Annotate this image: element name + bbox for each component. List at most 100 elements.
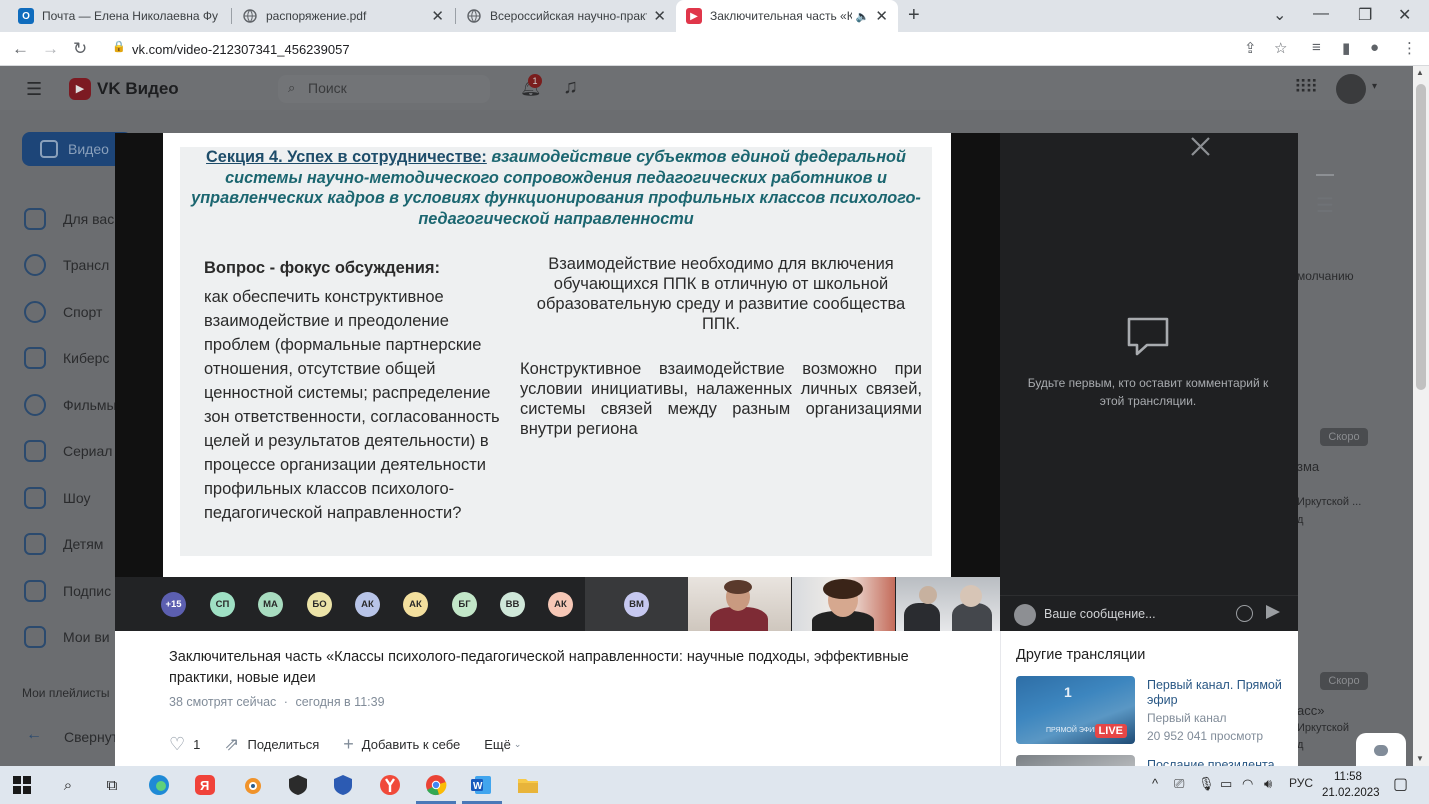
participant-avatar[interactable]: АК (355, 592, 380, 617)
sidebar-item-shows[interactable]: Шоу (24, 486, 90, 510)
clock-time[interactable]: 11:58 (1334, 771, 1362, 783)
tab-conference[interactable]: Всероссийская научно-практич ✕ (456, 0, 676, 32)
chevron-down-icon[interactable]: ▾ (1372, 81, 1377, 92)
speaker-icon[interactable]: 🔈 (856, 10, 870, 23)
broadcast-thumbnail[interactable] (1016, 755, 1135, 766)
shield-app-icon[interactable] (285, 772, 311, 798)
word-icon[interactable]: W (468, 772, 494, 798)
sidebar-item-for-you[interactable]: Для вас (24, 207, 114, 231)
forward-arrow-icon[interactable]: → (42, 39, 59, 59)
blender-icon[interactable] (239, 772, 265, 798)
maximize-button[interactable]: ❐ (1358, 5, 1372, 25)
participant-avatar[interactable]: ВВ (500, 592, 525, 617)
media-controls-icon[interactable]: ≡ (1312, 39, 1321, 56)
language-indicator[interactable]: РУС (1289, 776, 1313, 790)
tray-app-icon[interactable]: ⎚ (1174, 776, 1184, 792)
chrome-icon[interactable] (423, 772, 449, 798)
collapse-arrow-icon[interactable]: ← (26, 726, 42, 744)
participant-avatar[interactable]: АК (403, 592, 428, 617)
volume-icon[interactable]: 🔊︎ (1264, 776, 1272, 792)
share-page-icon[interactable]: ⇪ (1244, 39, 1257, 57)
sidebar-item-series[interactable]: Сериал (24, 439, 112, 463)
list-icon[interactable]: ☰ (1316, 193, 1334, 218)
sidebar-item-esports[interactable]: Киберс (24, 346, 109, 370)
sidebar-item-movies[interactable]: Фильмы (24, 393, 117, 417)
sidebar-item-my-videos[interactable]: Мои ви (24, 625, 110, 649)
emoji-icon[interactable] (1236, 605, 1253, 622)
ghost-title[interactable]: зма (1297, 459, 1319, 474)
microphone-icon[interactable]: 🎙︎ (1198, 776, 1215, 792)
search-icon[interactable]: ⌕ (55, 772, 81, 798)
scroll-down-arrow-icon[interactable]: ▼ (1416, 754, 1424, 763)
drag-handle-icon[interactable] (1316, 174, 1334, 176)
broadcast-title-link[interactable]: Послание президента (1147, 758, 1275, 766)
sidebar-item-kids[interactable]: Детям (24, 532, 103, 556)
participant-more-avatar[interactable]: +15 (161, 592, 186, 617)
clock-date[interactable]: 21.02.2023 (1322, 787, 1380, 799)
sidebar-item-broadcasts[interactable]: Трансл (24, 253, 109, 277)
participant-camera-3[interactable] (896, 577, 1000, 631)
chat-floating-button[interactable] (1356, 733, 1406, 767)
minimize-button[interactable]: — (1313, 5, 1329, 23)
apps-grid-icon[interactable]: ⠿⠿ (1294, 77, 1318, 98)
vk-logo-text[interactable]: VK Видео (97, 79, 179, 99)
broadcast-title-link[interactable]: Первый канал. Прямой эфир (1147, 678, 1287, 708)
close-player-icon[interactable] (1190, 134, 1212, 175)
tab-search-chevron-icon[interactable]: ⌄ (1273, 5, 1286, 25)
more-button[interactable]: Ещё ⌄ (484, 737, 521, 752)
participant-camera-1[interactable] (688, 577, 791, 631)
share-button[interactable]: ⇗ Поделиться (224, 734, 319, 755)
participant-avatar[interactable]: АК (548, 592, 573, 617)
show-hidden-icons-chevron-icon[interactable]: ^ (1152, 776, 1158, 791)
task-view-icon[interactable]: ⧉ (99, 772, 125, 798)
tab-pdf[interactable]: распоряжение.pdf ✕ (232, 0, 454, 32)
close-window-button[interactable]: ✕ (1398, 5, 1411, 25)
bookmark-star-icon[interactable]: ☆ (1274, 39, 1287, 57)
participant-avatar[interactable]: СП (210, 592, 235, 617)
wifi-icon[interactable]: ◠ (1242, 776, 1253, 792)
yandex-browser-icon[interactable] (377, 772, 403, 798)
vk-search-box[interactable]: ⌕ (278, 75, 490, 103)
participant-avatar[interactable]: МА (258, 592, 283, 617)
user-avatar[interactable] (1336, 74, 1366, 104)
search-input[interactable] (308, 80, 478, 96)
ghost-title[interactable]: асс» (1297, 703, 1324, 718)
url-text[interactable]: vk.com/video-212307341_456239057 (132, 42, 350, 57)
music-note-icon[interactable]: ♫ (563, 76, 578, 99)
participant-avatar[interactable]: ВМ (624, 592, 649, 617)
sort-label[interactable]: молчанию (1297, 269, 1354, 283)
notifications-icon[interactable]: ▢ (1393, 774, 1408, 794)
close-tab-icon[interactable]: ✕ (875, 7, 888, 25)
sidebar-item-sport[interactable]: Спорт (24, 300, 102, 324)
participant-camera-2[interactable] (792, 577, 895, 631)
scrollbar-thumb[interactable] (1416, 84, 1426, 390)
menu-kebab-icon[interactable]: ⋮ (1402, 39, 1417, 57)
close-tab-icon[interactable]: ✕ (653, 7, 666, 25)
send-icon[interactable] (1266, 605, 1280, 619)
side-panel-icon[interactable]: ▮ (1342, 39, 1350, 57)
omnibox[interactable]: 🔒 vk.com/video-212307341_456239057 (102, 36, 1308, 62)
vk-video-logo-icon[interactable]: ▶ (69, 78, 91, 100)
sidebar-item-subscriptions[interactable]: Подпис (24, 579, 111, 603)
participant-avatar[interactable]: БО (307, 592, 332, 617)
profile-icon[interactable]: ● (1370, 39, 1379, 56)
collapse-label[interactable]: Свернут (64, 729, 118, 745)
reload-icon[interactable]: ↻ (73, 39, 87, 59)
back-arrow-icon[interactable]: ← (12, 39, 29, 59)
lock-icon[interactable]: 🔒 (112, 40, 126, 53)
video-player[interactable]: Секция 4. Успех в сотрудничестве: взаимо… (115, 133, 1000, 577)
participant-avatar[interactable]: БГ (452, 592, 477, 617)
tab-vk-video-active[interactable]: ▶ Заключительная часть «Кла 🔈 ✕ (676, 0, 898, 32)
like-button[interactable]: ♡ 1 (169, 734, 200, 755)
new-tab-button[interactable]: + (908, 4, 920, 27)
broadcast-channel[interactable]: Первый канал (1147, 711, 1227, 725)
scroll-up-arrow-icon[interactable]: ▲ (1416, 68, 1424, 77)
tab-mail[interactable]: O Почта — Елена Николаевна Фу (8, 0, 230, 32)
comment-input[interactable] (1044, 604, 1224, 624)
windows-start-icon[interactable] (9, 772, 35, 798)
crest-app-icon[interactable] (330, 772, 356, 798)
edge-icon[interactable] (146, 772, 172, 798)
hamburger-menu-icon[interactable]: ☰ (26, 79, 42, 100)
add-to-mine-button[interactable]: + Добавить к себе (343, 734, 460, 755)
battery-icon[interactable]: ▭ (1220, 776, 1232, 792)
